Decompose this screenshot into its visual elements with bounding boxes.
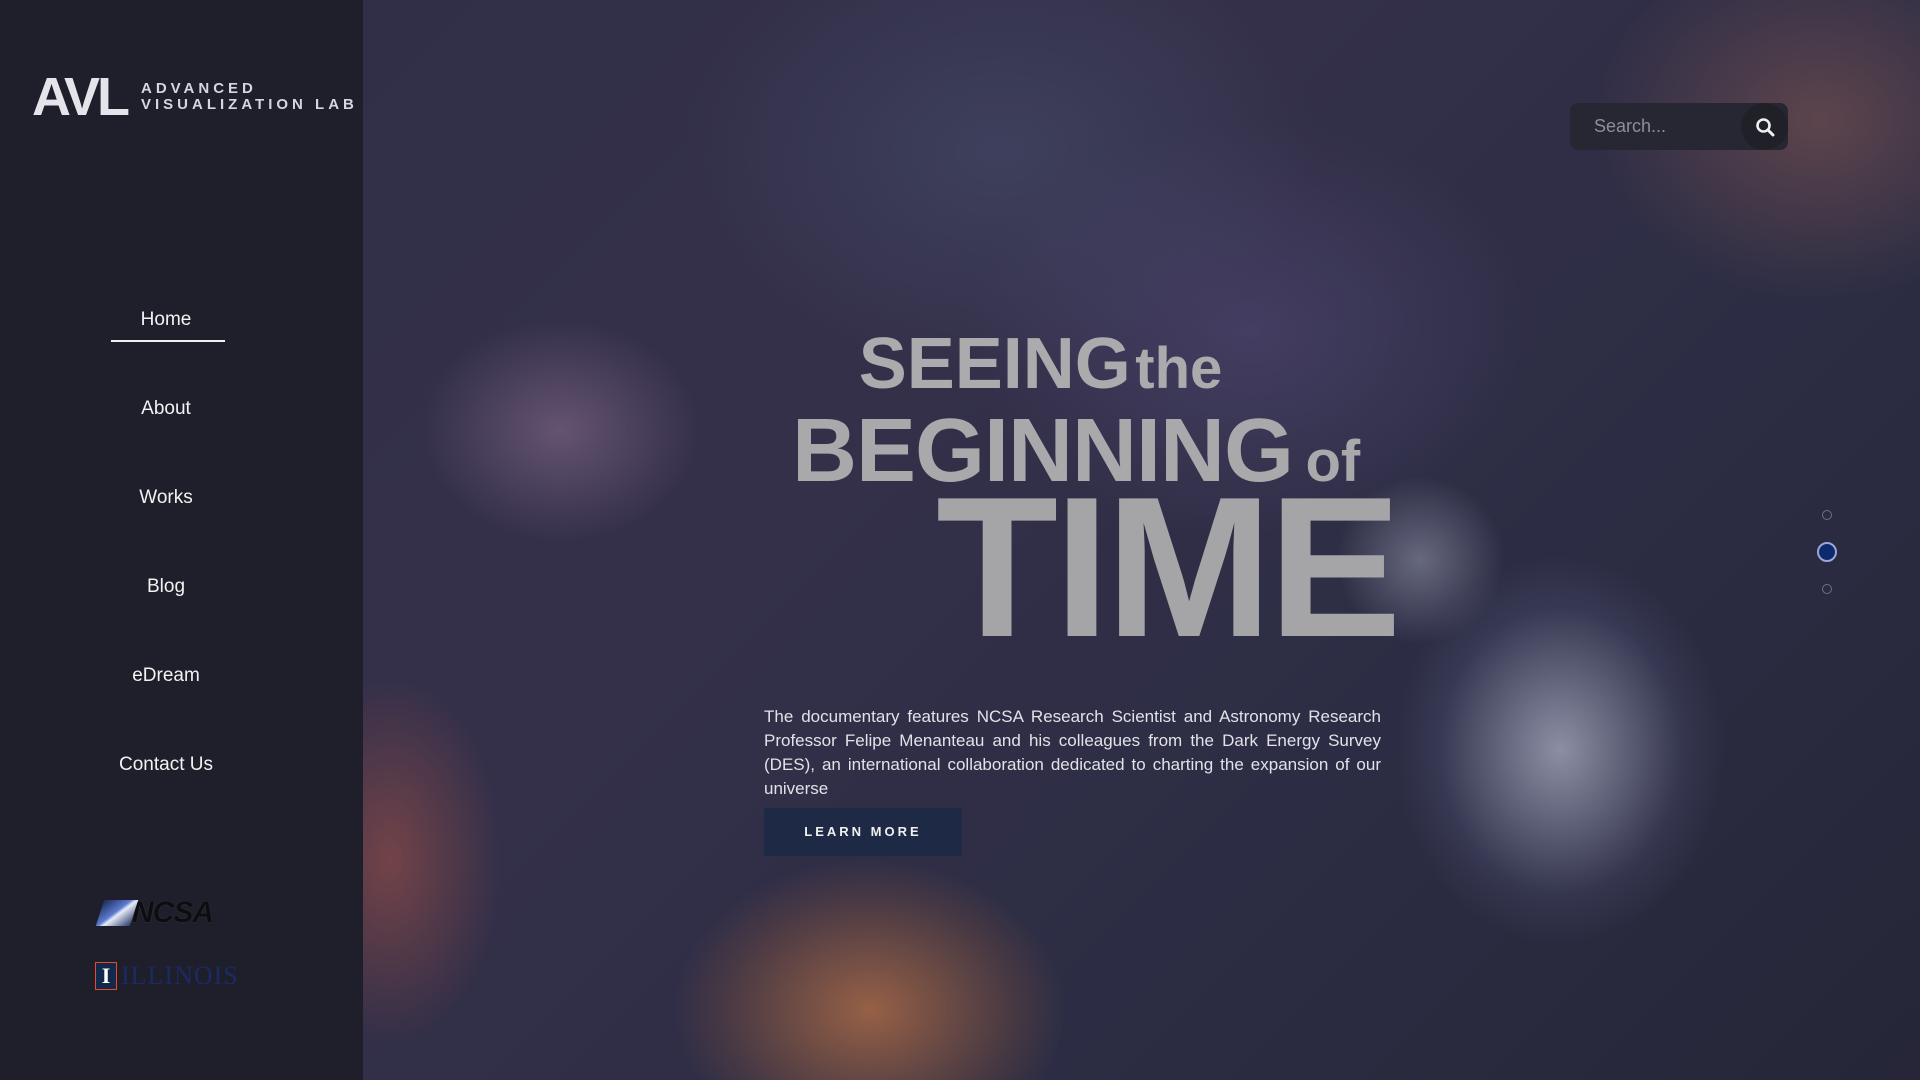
main-nav: Home About Works Blog eDream Contact Us — [0, 300, 332, 834]
hero-title-line-1: SEEING the — [700, 323, 1381, 405]
nav-item-label: Contact Us — [119, 754, 213, 775]
logo-text: ADVANCED VISUALIZATION LAB — [141, 81, 358, 113]
ncsa-logo[interactable]: NCSA — [95, 896, 214, 930]
ncsa-wordmark: NCSA — [132, 896, 214, 929]
hero-word-seeing: SEEING — [858, 324, 1131, 404]
learn-more-button[interactable]: LEARN MORE — [764, 808, 962, 856]
brand-logo[interactable]: AVL ADVANCED VISUALIZATION LAB — [32, 70, 358, 124]
nav-item-contact-us[interactable]: Contact Us — [0, 745, 332, 834]
nav-item-works[interactable]: Works — [0, 478, 332, 567]
nav-item-label: Home — [110, 300, 226, 342]
hero-word-the: the — [1135, 336, 1223, 401]
nav-item-about[interactable]: About — [0, 389, 332, 478]
search-input[interactable] — [1570, 103, 1740, 150]
nav-item-label: About — [141, 398, 191, 419]
nav-item-blog[interactable]: Blog — [0, 567, 332, 656]
nav-item-edream[interactable]: eDream — [0, 656, 332, 745]
hero: SEEING the BEGINNING of TIME The documen… — [700, 0, 1500, 1080]
illinois-block-i-icon: I — [95, 962, 117, 990]
illinois-wordmark: ILLINOIS — [121, 961, 239, 990]
logo-mark: AVL — [32, 67, 130, 127]
search-icon — [1755, 117, 1774, 136]
nav-item-label: eDream — [132, 665, 200, 686]
hero-title-line-3: TIME — [936, 456, 1402, 679]
logo-line-1: ADVANCED — [141, 80, 257, 97]
nav-item-label: Works — [139, 487, 193, 508]
nav-item-label: Blog — [146, 576, 186, 597]
nav-item-home[interactable]: Home — [0, 300, 332, 389]
slide-dot-2-active[interactable] — [1817, 542, 1837, 562]
search-button[interactable] — [1741, 103, 1788, 150]
logo-line-2: VISUALIZATION LAB — [141, 96, 358, 113]
hero-description: The documentary features NCSA Research S… — [764, 707, 1381, 798]
slide-dot-1[interactable] — [1822, 510, 1832, 520]
slide-dot-3[interactable] — [1822, 584, 1832, 594]
sidebar: AVL ADVANCED VISUALIZATION LAB Home Abou… — [0, 0, 363, 1080]
illinois-logo[interactable]: I ILLINOIS — [95, 961, 239, 991]
